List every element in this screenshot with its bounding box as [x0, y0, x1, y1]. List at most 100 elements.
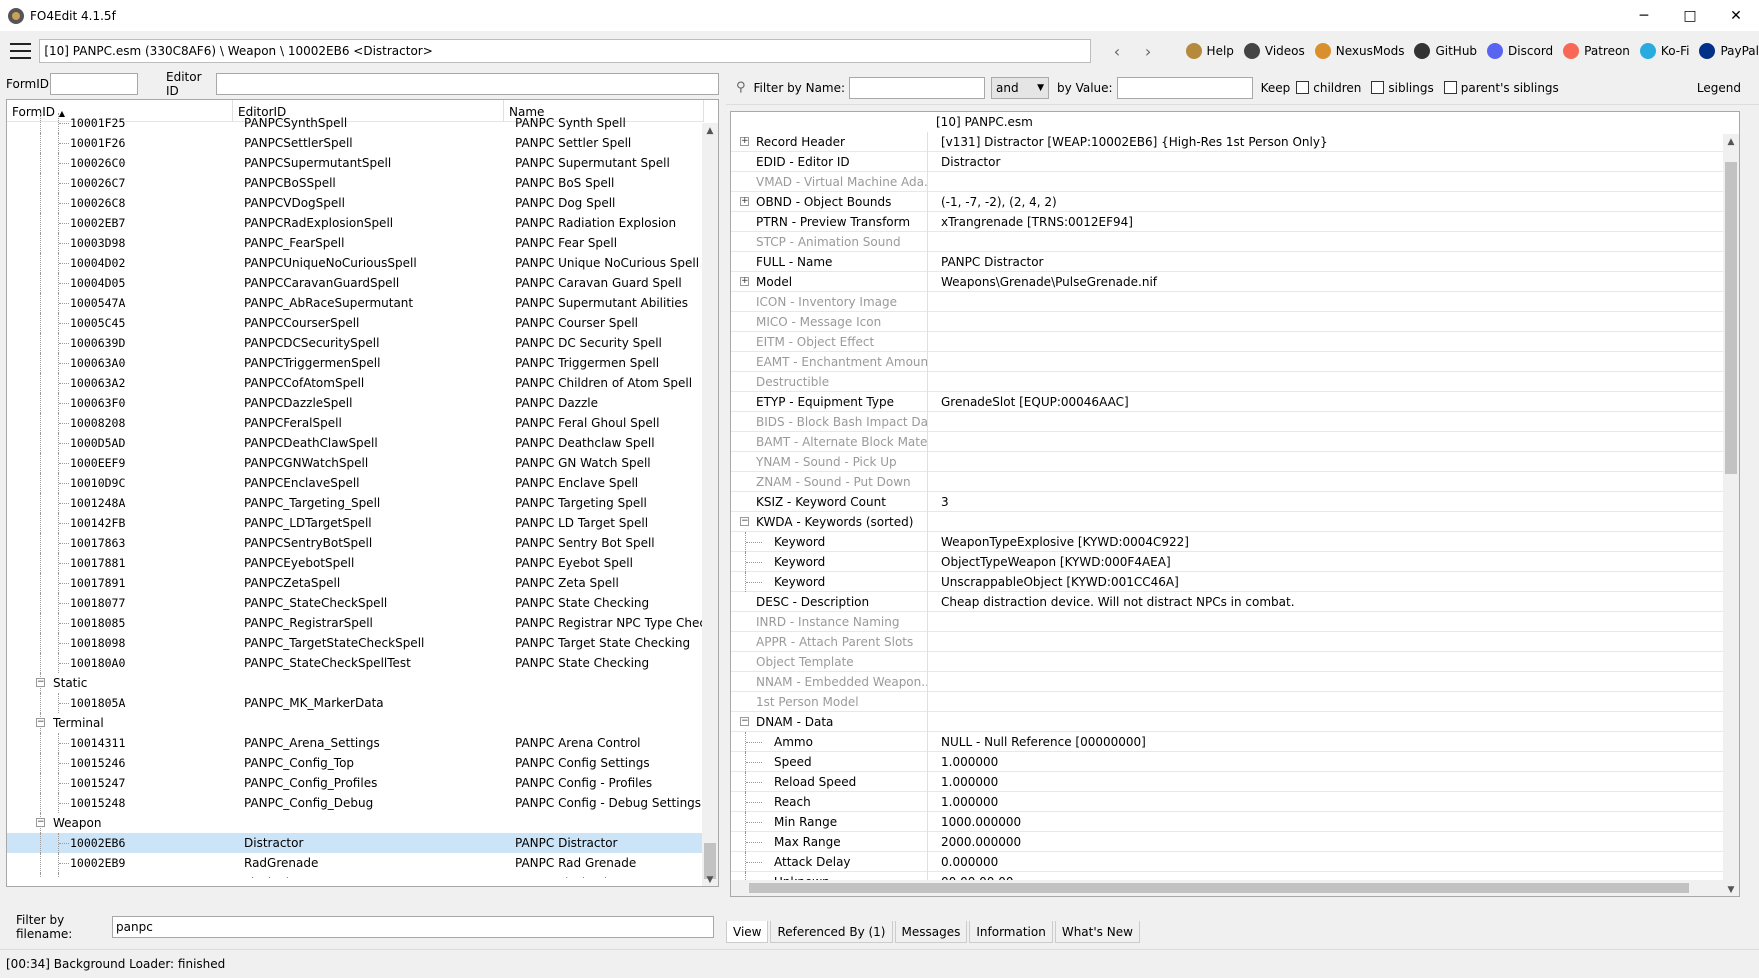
- tab-referenced-by-1[interactable]: Referenced By (1): [770, 921, 893, 943]
- record-field-row[interactable]: EDID - Editor ID Distractor: [731, 152, 1724, 172]
- keep-children-checkbox[interactable]: [1296, 81, 1310, 94]
- maximize-button[interactable]: □: [1667, 0, 1713, 31]
- tree-row[interactable]: 10018085 PANPC_RegistrarSpell PANPC Regist…: [7, 613, 704, 633]
- tab-what-s-new[interactable]: What's New: [1054, 921, 1140, 943]
- record-field-row[interactable]: Object Template: [731, 652, 1724, 672]
- record-field-row[interactable]: STCP - Animation Sound: [731, 232, 1724, 252]
- tree-row[interactable]: 1000639D PANPCDCSecuritySpell PANPC DC Sec…: [7, 333, 704, 353]
- tree-row[interactable]: 10004D02 PANPCUniqueNoCuriousSpell PANPC U…: [7, 253, 704, 273]
- record-field-row[interactable]: Attack Delay 0.000000: [731, 852, 1724, 872]
- collapse-icon[interactable]: −: [740, 517, 749, 526]
- tree-group-static[interactable]: − Static: [7, 673, 704, 693]
- tree-row[interactable]: 100180A0 PANPC_StateCheckSpellTest PANPC S…: [7, 653, 704, 673]
- tree-row[interactable]: 10002EB7 PANPCRadExplosionSpell PANPC Radi…: [7, 213, 704, 233]
- record-field-row[interactable]: APPR - Attach Parent Slots: [731, 632, 1724, 652]
- record-field-row[interactable]: PTRN - Preview Transform xTrangrenade [TR…: [731, 212, 1724, 232]
- tree-row[interactable]: 100026C8 PANPCVDogSpell PANPC Dog Spell: [7, 193, 704, 213]
- tree-row[interactable]: 100026C7 PANPCBoSSpell PANPC BoS Spell: [7, 173, 704, 193]
- expand-icon[interactable]: +: [740, 277, 749, 286]
- toolbar-link-patreon[interactable]: Patreon: [1563, 43, 1630, 59]
- back-arrow-icon[interactable]: ‹: [1101, 42, 1132, 61]
- legend-button[interactable]: Legend: [1697, 81, 1741, 95]
- filter-name-input[interactable]: [849, 76, 986, 99]
- tree-row[interactable]: 10004D05 PANPCCaravanGuardSpell PANPC Cara…: [7, 273, 704, 293]
- tab-information[interactable]: Information: [969, 921, 1053, 943]
- toolbar-link-ko-fi[interactable]: Ko-Fi: [1639, 43, 1689, 59]
- record-field-row[interactable]: VMAD - Virtual Machine Ada...: [731, 172, 1724, 192]
- filename-filter-input[interactable]: panpc: [112, 916, 714, 938]
- scroll-up-icon[interactable]: ▲: [1723, 134, 1739, 150]
- scroll-thumb[interactable]: [1725, 162, 1737, 474]
- record-field-row[interactable]: Speed 1.000000: [731, 752, 1724, 772]
- tree-row[interactable]: 10014311 PANPC_Arena_Settings PANPC Arena …: [7, 733, 704, 753]
- record-field-row[interactable]: EAMT - Enchantment Amount: [731, 352, 1724, 372]
- expand-icon[interactable]: +: [740, 137, 749, 146]
- record-field-row[interactable]: KSIZ - Keyword Count 3: [731, 492, 1724, 512]
- scroll-down-icon[interactable]: ▼: [1723, 882, 1739, 896]
- record-field-row[interactable]: 1st Person Model: [731, 692, 1724, 712]
- scroll-up-icon[interactable]: ▲: [702, 123, 718, 139]
- tree-group-terminal[interactable]: − Terminal: [7, 713, 704, 733]
- record-field-row[interactable]: FULL - Name PANPC Distractor: [731, 252, 1724, 272]
- view-horizontal-scrollbar[interactable]: [731, 880, 1724, 896]
- record-field-row[interactable]: Min Range 1000.000000: [731, 812, 1724, 832]
- record-field-row[interactable]: − KWDA - Keywords (sorted): [731, 512, 1724, 532]
- record-field-row[interactable]: Keyword WeaponTypeExplosive [KYWD:0004C92…: [731, 532, 1724, 552]
- tab-messages[interactable]: Messages: [894, 921, 968, 943]
- record-path-field[interactable]: [10] PANPC.esm (330C8AF6) \ Weapon \ 100…: [39, 39, 1092, 63]
- record-field-row[interactable]: DESC - Description Cheap distraction devi…: [731, 592, 1724, 612]
- record-field-row[interactable]: Ammo NULL - Null Reference [00000000]: [731, 732, 1724, 752]
- tree-row[interactable]: 100142FB PANPC_LDTargetSpell PANPC LD Targ…: [7, 513, 704, 533]
- record-field-row[interactable]: + Record Header [v131] Distractor [WEAP:10…: [731, 132, 1724, 152]
- record-field-row[interactable]: NNAM - Embedded Weapon...: [731, 672, 1724, 692]
- record-field-row[interactable]: Reload Speed 1.000000: [731, 772, 1724, 792]
- record-field-row[interactable]: + OBND - Object Bounds (-1, -7, -2), (2, 4…: [731, 192, 1724, 212]
- hamburger-menu-icon[interactable]: [10, 43, 32, 59]
- tree-row[interactable]: 1001805A PANPC_MK_MarkerData: [7, 693, 704, 713]
- tree-row[interactable]: 10018098 PANPC_TargetStateCheckSpell PANPC…: [7, 633, 704, 653]
- keep-siblings-checkbox[interactable]: [1371, 81, 1385, 94]
- tree-row[interactable]: 10018077 PANPC_StateCheckSpell PANPC State…: [7, 593, 704, 613]
- record-field-row[interactable]: EITM - Object Effect: [731, 332, 1724, 352]
- record-field-row[interactable]: INRD - Instance Naming: [731, 612, 1724, 632]
- tree-row[interactable]: 100063A2 PANPCCofAtomSpell PANPC Children …: [7, 373, 704, 393]
- collapse-icon[interactable]: −: [36, 818, 45, 827]
- tree-row[interactable]: 10002EB9 RadGrenade PANPC Rad Grenade: [7, 853, 704, 873]
- tree-row[interactable]: 10015247 PANPC_Config_Profiles PANPC Confi…: [7, 773, 704, 793]
- tree-row[interactable]: 1000FF9A FlashMine PANPC Flash Mine: [7, 873, 704, 878]
- pin-icon[interactable]: ⚲: [736, 80, 746, 95]
- close-button[interactable]: ✕: [1713, 0, 1759, 31]
- formid-input[interactable]: [50, 73, 138, 95]
- tree-row[interactable]: 1000EEF9 PANPCGNWatchSpell PANPC GN Watch …: [7, 453, 704, 473]
- tree-row[interactable]: 100063A0 PANPCTriggermenSpell PANPC Trigge…: [7, 353, 704, 373]
- filter-operator-select[interactable]: and ▼: [991, 76, 1050, 99]
- minimize-button[interactable]: ─: [1621, 0, 1667, 31]
- collapse-icon[interactable]: −: [740, 717, 749, 726]
- tree-row[interactable]: 1000D5AD PANPCDeathClawSpell PANPC Deathcl…: [7, 433, 704, 453]
- toolbar-link-videos[interactable]: Videos: [1243, 43, 1305, 59]
- tree-row[interactable]: 10003D98 PANPC_FearSpell PANPC Fear Spell: [7, 233, 704, 253]
- collapse-icon[interactable]: −: [36, 678, 45, 687]
- tree-row[interactable]: 10008208 PANPCFeralSpell PANPC Feral Ghoul…: [7, 413, 704, 433]
- record-field-row[interactable]: Keyword ObjectTypeWeapon [KYWD:000F4AEA]: [731, 552, 1724, 572]
- filter-value-input[interactable]: [1116, 76, 1253, 99]
- tree-group-weapon[interactable]: − Weapon: [7, 813, 704, 833]
- tree-row[interactable]: 10015246 PANPC_Config_Top PANPC Config Set…: [7, 753, 704, 773]
- toolbar-link-github[interactable]: GitHub: [1414, 43, 1477, 59]
- record-field-row[interactable]: ZNAM - Sound - Put Down: [731, 472, 1724, 492]
- view-scrollbar[interactable]: ▲ ▼: [1723, 134, 1739, 896]
- tree-row[interactable]: 10001F26 PANPCSettlerSpell PANPC Settler S…: [7, 133, 704, 153]
- toolbar-link-discord[interactable]: Discord: [1487, 43, 1553, 59]
- tab-view[interactable]: View: [726, 921, 769, 943]
- toolbar-link-nexusmods[interactable]: NexusMods: [1314, 43, 1404, 59]
- record-field-row[interactable]: ETYP - Equipment Type GrenadeSlot [EQUP:0…: [731, 392, 1724, 412]
- collapse-icon[interactable]: −: [36, 718, 45, 727]
- record-field-row[interactable]: + Model Weapons\Grenade\PulseGrenade.nif: [731, 272, 1724, 292]
- tree-row[interactable]: 10005C45 PANPCCourserSpell PANPC Courser S…: [7, 313, 704, 333]
- record-field-row[interactable]: BAMT - Alternate Block Mate...: [731, 432, 1724, 452]
- scroll-down-icon[interactable]: ▼: [702, 872, 718, 886]
- tree-scrollbar[interactable]: ▲ ▼: [702, 123, 718, 886]
- tree-row[interactable]: 10002EB6 Distractor PANPC Distractor: [7, 833, 704, 853]
- tree-row[interactable]: 100026C0 PANPCSupermutantSpell PANPC Super…: [7, 153, 704, 173]
- record-field-row[interactable]: Keyword UnscrappableObject [KYWD:001CC46A…: [731, 572, 1724, 592]
